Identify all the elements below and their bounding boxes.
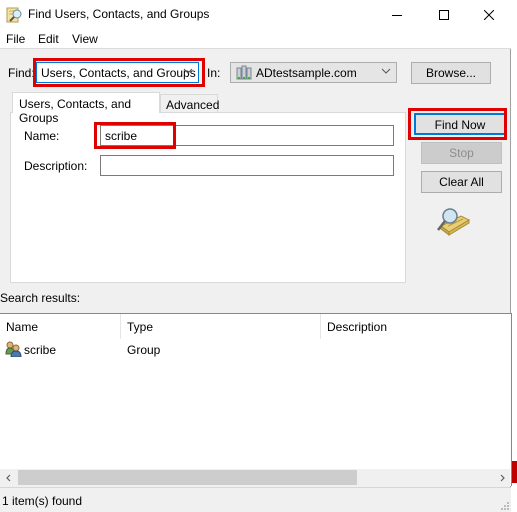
domain-icon — [236, 65, 252, 80]
results-list[interactable]: Name Type Description scribe Group — [0, 313, 512, 486]
result-name: scribe — [24, 343, 57, 357]
menu-file[interactable]: File — [6, 32, 25, 46]
domain-dropdown[interactable]: ADtestsample.com — [230, 62, 397, 83]
stop-button[interactable]: Stop — [421, 142, 502, 164]
title-bar: Find Users, Contacts, and Groups — [0, 0, 511, 30]
find-label: Find: — [8, 66, 35, 80]
close-icon — [484, 10, 494, 20]
minimize-button[interactable] — [374, 0, 420, 30]
description-input[interactable] — [100, 155, 394, 176]
browse-button[interactable]: Browse... — [411, 62, 491, 84]
in-label: In: — [207, 66, 221, 80]
group-icon — [5, 341, 22, 357]
horizontal-scrollbar[interactable] — [0, 469, 510, 486]
scrollbar-thumb[interactable] — [18, 470, 357, 485]
scroll-left-button[interactable] — [0, 469, 17, 486]
result-type: Group — [127, 343, 161, 357]
column-separator[interactable] — [320, 314, 321, 339]
domain-value: ADtestsample.com — [256, 66, 357, 80]
menu-bar: File Edit View — [0, 30, 511, 49]
column-header-description[interactable]: Description — [327, 320, 387, 334]
find-type-dropdown[interactable]: Users, Contacts, and Groups — [36, 62, 199, 83]
background-window-edge — [512, 461, 517, 483]
maximize-button[interactable] — [421, 0, 467, 30]
clear-all-button[interactable]: Clear All — [421, 171, 502, 193]
table-row[interactable]: scribe Group — [0, 340, 510, 358]
tab-advanced[interactable]: Advanced — [160, 94, 219, 113]
find-type-value: Users, Contacts, and Groups — [41, 66, 196, 80]
column-header-name[interactable]: Name — [6, 320, 38, 334]
resize-grip-icon[interactable] — [499, 500, 509, 510]
find-dialog-window: Find Users, Contacts, and Groups File Ed… — [0, 0, 512, 512]
chevron-down-icon — [381, 68, 391, 74]
results-header: Name Type Description — [0, 314, 510, 339]
minimize-icon — [392, 15, 402, 16]
status-text: 1 item(s) found — [2, 494, 83, 508]
menu-edit[interactable]: Edit — [38, 32, 59, 46]
description-label: Description: — [24, 159, 88, 173]
status-bar: 1 item(s) found — [0, 487, 511, 512]
column-header-type[interactable]: Type — [127, 320, 153, 334]
chevron-left-icon — [5, 474, 10, 481]
maximize-icon — [439, 10, 449, 20]
search-results-label: Search results: — [0, 291, 81, 305]
chevron-right-icon — [500, 474, 505, 481]
name-label: Name: — [24, 129, 60, 143]
scroll-right-button[interactable] — [493, 469, 510, 486]
tab-users-contacts-groups[interactable]: Users, Contacts, and Groups — [12, 92, 160, 125]
menu-view[interactable]: View — [72, 32, 98, 46]
column-separator[interactable] — [120, 314, 121, 339]
window-title: Find Users, Contacts, and Groups — [28, 7, 210, 21]
find-now-button[interactable]: Find Now — [414, 113, 506, 135]
chevron-down-icon — [183, 68, 193, 74]
name-input[interactable]: scribe — [100, 125, 394, 146]
find-app-icon — [6, 7, 22, 23]
close-button[interactable] — [466, 0, 512, 30]
search-animation-icon — [437, 208, 471, 236]
